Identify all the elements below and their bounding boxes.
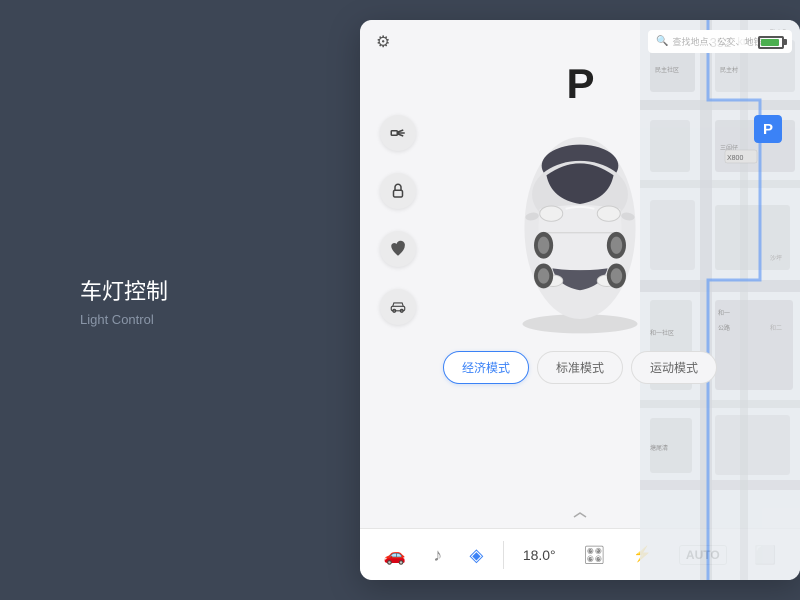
chevron-up[interactable] — [572, 511, 588, 522]
car-area: P — [360, 60, 800, 528]
park-badge: P — [754, 115, 782, 143]
title-chinese: 车灯控制 — [80, 274, 360, 306]
car-small-button[interactable] — [380, 289, 416, 325]
nav-steering[interactable]: 🎛 — [575, 542, 614, 568]
title-english: Light Control — [80, 312, 360, 327]
steering-nav-icon: 🎛 — [583, 546, 606, 564]
temp-value: 18.0° — [523, 547, 556, 563]
settings-icon[interactable]: ⚙ — [376, 32, 390, 52]
nav-navigation[interactable]: ◈ — [462, 542, 492, 568]
nav-nav-icon: ◈ — [470, 546, 484, 564]
music-nav-icon: ♪ — [433, 546, 442, 564]
left-panel: 车灯控制 Light Control — [0, 0, 360, 600]
battery-icon — [758, 36, 784, 49]
search-icon: 🔍 — [656, 36, 668, 47]
headlights-button[interactable] — [380, 115, 416, 151]
search-placeholder: 查找地点、公交、地铁 — [672, 35, 762, 48]
heart-button[interactable] — [380, 231, 416, 267]
standard-mode-button[interactable]: 标准模式 — [537, 351, 623, 384]
sport-mode-button[interactable]: 运动模式 — [631, 351, 717, 384]
controls-left — [380, 115, 416, 325]
car-nav-icon: 🚗 — [384, 546, 406, 564]
car-illustration — [500, 113, 660, 343]
nav-music[interactable]: ♪ — [425, 542, 450, 568]
mode-buttons: 经济模式 标准模式 运动模式 — [443, 351, 717, 384]
nav-temp[interactable]: 18.0° — [515, 543, 564, 567]
main-card: 民主社区 民主村 三闾仔 和一社区 和一 公路 塘尾清 X800 TLA R 沙… — [360, 20, 800, 580]
lock-button[interactable] — [380, 173, 416, 209]
park-label: P — [566, 60, 593, 108]
nav-car[interactable]: 🚗 — [376, 542, 414, 568]
nav-divider-1 — [503, 541, 504, 569]
eco-mode-button[interactable]: 经济模式 — [443, 351, 529, 384]
